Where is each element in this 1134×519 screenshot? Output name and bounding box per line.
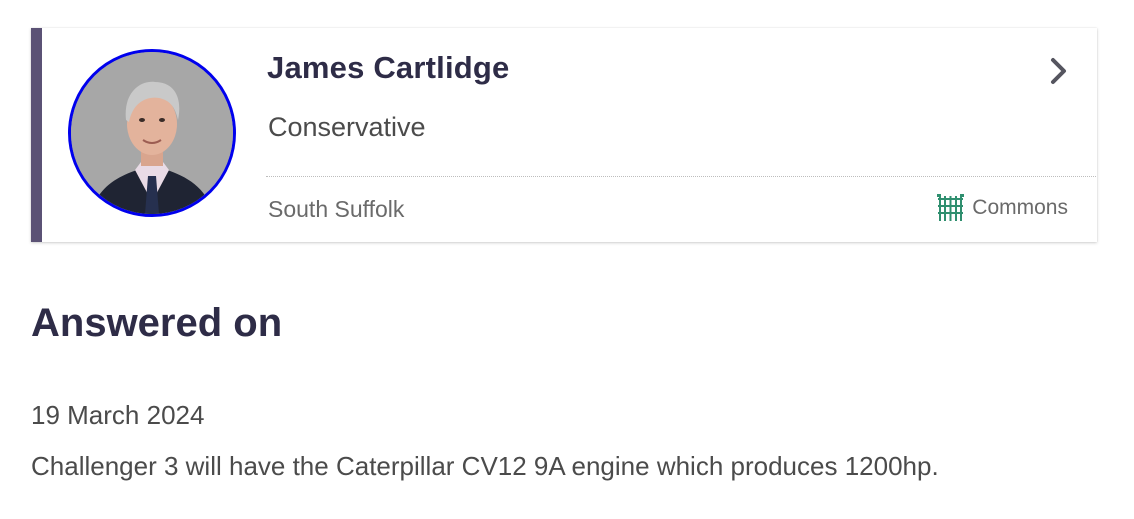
page: James Cartlidge Conservative South Suffo…: [0, 0, 1134, 519]
member-party: Conservative: [268, 112, 426, 142]
member-card[interactable]: James Cartlidge Conservative South Suffo…: [31, 28, 1097, 242]
house-label: Commons: [972, 196, 1068, 219]
chevron-right-icon[interactable]: [1045, 56, 1071, 86]
avatar: [68, 49, 236, 217]
answered-on-heading: Answered on: [31, 301, 283, 345]
answer-text: Challenger 3 will have the Caterpillar C…: [31, 451, 939, 481]
party-color-bar: [31, 28, 42, 242]
house-indicator: Commons: [937, 194, 1068, 222]
member-constituency: South Suffolk: [268, 196, 405, 222]
member-photo: [71, 52, 233, 214]
answer-date: 19 March 2024: [31, 400, 205, 430]
member-name: James Cartlidge: [267, 50, 510, 85]
portcullis-icon: [937, 194, 965, 221]
card-divider: [266, 176, 1096, 177]
